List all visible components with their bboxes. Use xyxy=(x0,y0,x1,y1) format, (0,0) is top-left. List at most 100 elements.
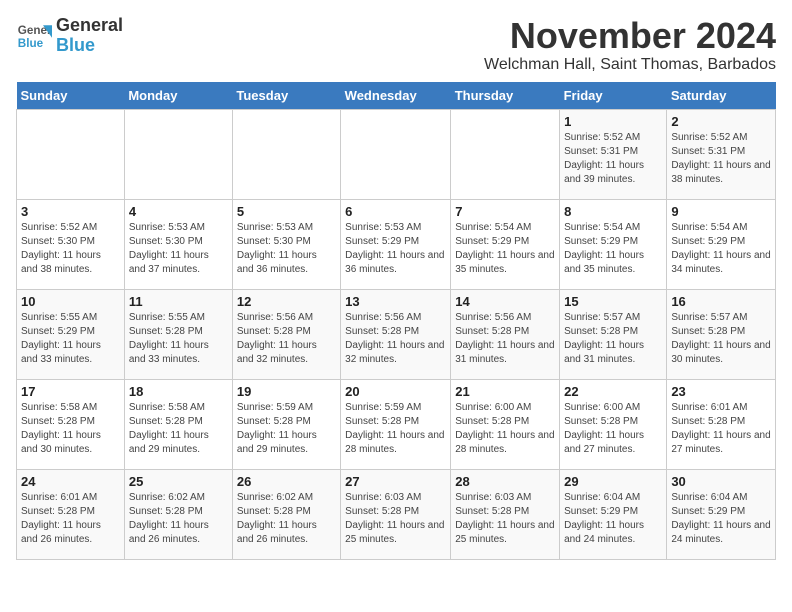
day-number: 12 xyxy=(237,294,336,309)
day-info: Sunrise: 6:04 AM Sunset: 5:29 PM Dayligh… xyxy=(564,491,662,547)
day-info: Sunrise: 6:00 AM Sunset: 5:28 PM Dayligh… xyxy=(455,401,555,457)
day-number: 16 xyxy=(671,294,771,309)
day-of-week-header: Tuesday xyxy=(232,82,340,110)
logo-text: General Blue xyxy=(56,16,123,56)
calendar-cell: 30 Sunrise: 6:04 AM Sunset: 5:29 PM Dayli… xyxy=(667,469,776,559)
calendar-cell: 9Sunrise: 5:54 AM Sunset: 5:29 PM Daylig… xyxy=(667,199,776,289)
page-header: General Blue General Blue November 2024 … xyxy=(16,16,776,74)
day-number: 30 xyxy=(671,474,771,489)
calendar-cell: 29 Sunrise: 6:04 AM Sunset: 5:29 PM Dayli… xyxy=(560,469,667,559)
calendar-cell: 11 Sunrise: 5:55 AM Sunset: 5:28 PM Dayli… xyxy=(124,289,232,379)
calendar-week-row: 24Sunrise: 6:01 AM Sunset: 5:28 PM Dayli… xyxy=(17,469,776,559)
day-info: Sunrise: 5:52 AM Sunset: 5:31 PM Dayligh… xyxy=(564,131,662,187)
calendar-cell: 22 Sunrise: 6:00 AM Sunset: 5:28 PM Dayli… xyxy=(560,379,667,469)
day-number: 2 xyxy=(671,114,771,129)
day-info: Sunrise: 6:04 AM Sunset: 5:29 PM Dayligh… xyxy=(671,491,771,547)
day-info: Sunrise: 6:01 AM Sunset: 5:28 PM Dayligh… xyxy=(671,401,771,457)
day-number: 6 xyxy=(345,204,446,219)
header-row: SundayMondayTuesdayWednesdayThursdayFrid… xyxy=(17,82,776,110)
calendar-week-row: 17 Sunrise: 5:58 AM Sunset: 5:28 PM Dayli… xyxy=(17,379,776,469)
day-info: Sunrise: 5:59 AM Sunset: 5:28 PM Dayligh… xyxy=(237,401,336,457)
calendar-cell: 10 Sunrise: 5:55 AM Sunset: 5:29 PM Dayli… xyxy=(17,289,125,379)
calendar-cell: 14 Sunrise: 5:56 AM Sunset: 5:28 PM Dayli… xyxy=(451,289,560,379)
day-number: 17 xyxy=(21,384,120,399)
day-info: Sunrise: 5:55 AM Sunset: 5:29 PM Dayligh… xyxy=(21,311,120,367)
day-number: 19 xyxy=(237,384,336,399)
day-info: Sunrise: 5:52 AM Sunset: 5:31 PM Dayligh… xyxy=(671,131,771,187)
calendar-cell: 13Sunrise: 5:56 AM Sunset: 5:28 PM Dayli… xyxy=(341,289,451,379)
calendar-cell: 24Sunrise: 6:01 AM Sunset: 5:28 PM Dayli… xyxy=(17,469,125,559)
day-info: Sunrise: 6:01 AM Sunset: 5:28 PM Dayligh… xyxy=(21,491,120,547)
day-info: Sunrise: 5:58 AM Sunset: 5:28 PM Dayligh… xyxy=(21,401,120,457)
day-number: 20 xyxy=(345,384,446,399)
calendar-table: SundayMondayTuesdayWednesdayThursdayFrid… xyxy=(16,82,776,560)
day-number: 5 xyxy=(237,204,336,219)
calendar-cell: 8Sunrise: 5:54 AM Sunset: 5:29 PM Daylig… xyxy=(560,199,667,289)
day-number: 14 xyxy=(455,294,555,309)
calendar-cell: 1 Sunrise: 5:52 AM Sunset: 5:31 PM Daylig… xyxy=(560,109,667,199)
calendar-cell: 18 Sunrise: 5:58 AM Sunset: 5:28 PM Dayli… xyxy=(124,379,232,469)
calendar-week-row: 10 Sunrise: 5:55 AM Sunset: 5:29 PM Dayli… xyxy=(17,289,776,379)
day-number: 8 xyxy=(564,204,662,219)
day-info: Sunrise: 6:03 AM Sunset: 5:28 PM Dayligh… xyxy=(455,491,555,547)
calendar-cell: 21 Sunrise: 6:00 AM Sunset: 5:28 PM Dayli… xyxy=(451,379,560,469)
day-number: 27 xyxy=(345,474,446,489)
calendar-cell xyxy=(341,109,451,199)
day-info: Sunrise: 6:03 AM Sunset: 5:28 PM Dayligh… xyxy=(345,491,446,547)
day-number: 23 xyxy=(671,384,771,399)
day-info: Sunrise: 5:53 AM Sunset: 5:30 PM Dayligh… xyxy=(237,221,336,277)
day-info: Sunrise: 5:56 AM Sunset: 5:28 PM Dayligh… xyxy=(455,311,555,367)
day-number: 7 xyxy=(455,204,555,219)
day-of-week-header: Monday xyxy=(124,82,232,110)
calendar-cell xyxy=(17,109,125,199)
logo: General Blue General Blue xyxy=(16,16,123,56)
day-number: 21 xyxy=(455,384,555,399)
day-info: Sunrise: 5:54 AM Sunset: 5:29 PM Dayligh… xyxy=(455,221,555,277)
day-info: Sunrise: 5:58 AM Sunset: 5:28 PM Dayligh… xyxy=(129,401,228,457)
calendar-cell: 20 Sunrise: 5:59 AM Sunset: 5:28 PM Dayli… xyxy=(341,379,451,469)
calendar-cell: 28 Sunrise: 6:03 AM Sunset: 5:28 PM Dayli… xyxy=(451,469,560,559)
calendar-week-row: 3Sunrise: 5:52 AM Sunset: 5:30 PM Daylig… xyxy=(17,199,776,289)
calendar-cell: 27 Sunrise: 6:03 AM Sunset: 5:28 PM Dayli… xyxy=(341,469,451,559)
calendar-cell xyxy=(232,109,340,199)
day-info: Sunrise: 6:00 AM Sunset: 5:28 PM Dayligh… xyxy=(564,401,662,457)
day-info: Sunrise: 5:57 AM Sunset: 5:28 PM Dayligh… xyxy=(671,311,771,367)
day-number: 28 xyxy=(455,474,555,489)
day-number: 10 xyxy=(21,294,120,309)
day-of-week-header: Wednesday xyxy=(341,82,451,110)
day-number: 26 xyxy=(237,474,336,489)
day-number: 11 xyxy=(129,294,228,309)
day-info: Sunrise: 5:56 AM Sunset: 5:28 PM Dayligh… xyxy=(345,311,446,367)
day-number: 15 xyxy=(564,294,662,309)
day-of-week-header: Sunday xyxy=(17,82,125,110)
calendar-cell: 19 Sunrise: 5:59 AM Sunset: 5:28 PM Dayli… xyxy=(232,379,340,469)
month-title: November 2024 xyxy=(484,16,776,56)
day-info: Sunrise: 5:55 AM Sunset: 5:28 PM Dayligh… xyxy=(129,311,228,367)
calendar-cell: 3Sunrise: 5:52 AM Sunset: 5:30 PM Daylig… xyxy=(17,199,125,289)
day-number: 1 xyxy=(564,114,662,129)
calendar-cell: 12Sunrise: 5:56 AM Sunset: 5:28 PM Dayli… xyxy=(232,289,340,379)
day-of-week-header: Thursday xyxy=(451,82,560,110)
title-block: November 2024 Welchman Hall, Saint Thoma… xyxy=(484,16,776,74)
day-number: 18 xyxy=(129,384,228,399)
calendar-cell: 15Sunrise: 5:57 AM Sunset: 5:28 PM Dayli… xyxy=(560,289,667,379)
day-info: Sunrise: 5:59 AM Sunset: 5:28 PM Dayligh… xyxy=(345,401,446,457)
day-number: 29 xyxy=(564,474,662,489)
day-info: Sunrise: 5:52 AM Sunset: 5:30 PM Dayligh… xyxy=(21,221,120,277)
day-info: Sunrise: 6:02 AM Sunset: 5:28 PM Dayligh… xyxy=(237,491,336,547)
calendar-body: 1 Sunrise: 5:52 AM Sunset: 5:31 PM Daylig… xyxy=(17,109,776,559)
day-info: Sunrise: 5:53 AM Sunset: 5:29 PM Dayligh… xyxy=(345,221,446,277)
calendar-cell: 17 Sunrise: 5:58 AM Sunset: 5:28 PM Dayli… xyxy=(17,379,125,469)
day-info: Sunrise: 5:53 AM Sunset: 5:30 PM Dayligh… xyxy=(129,221,228,277)
calendar-cell xyxy=(451,109,560,199)
day-number: 25 xyxy=(129,474,228,489)
logo-icon: General Blue xyxy=(16,18,52,54)
location-title: Welchman Hall, Saint Thomas, Barbados xyxy=(484,56,776,74)
calendar-header: SundayMondayTuesdayWednesdayThursdayFrid… xyxy=(17,82,776,110)
calendar-cell xyxy=(124,109,232,199)
calendar-cell: 25Sunrise: 6:02 AM Sunset: 5:28 PM Dayli… xyxy=(124,469,232,559)
calendar-cell: 23 Sunrise: 6:01 AM Sunset: 5:28 PM Dayli… xyxy=(667,379,776,469)
day-number: 22 xyxy=(564,384,662,399)
calendar-cell: 4Sunrise: 5:53 AM Sunset: 5:30 PM Daylig… xyxy=(124,199,232,289)
svg-text:Blue: Blue xyxy=(18,37,44,50)
